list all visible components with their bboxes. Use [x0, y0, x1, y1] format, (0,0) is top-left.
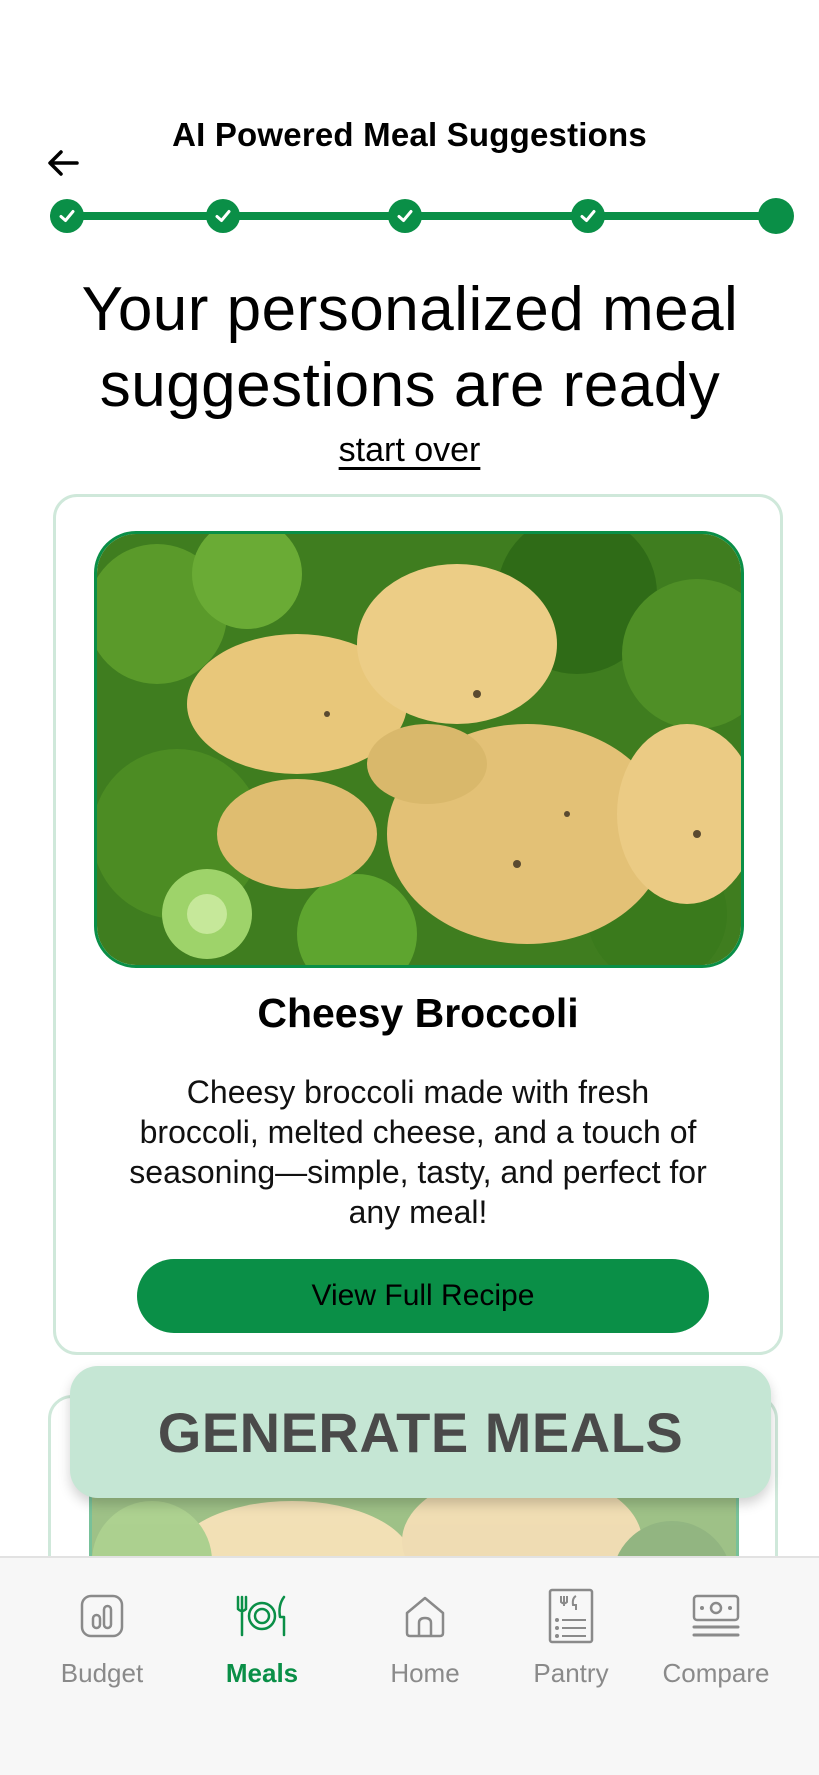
start-over-link[interactable]: start over	[339, 431, 481, 469]
tab-home[interactable]: Home	[350, 1588, 500, 1708]
step-5-current	[758, 198, 794, 234]
tab-compare-label: Compare	[662, 1658, 770, 1688]
check-icon	[397, 210, 413, 222]
tab-pantry-label: Pantry	[533, 1658, 609, 1688]
tab-budget[interactable]: Budget	[27, 1588, 177, 1708]
page-title: AI Powered Meal Suggestions	[172, 116, 647, 153]
meal-title: Cheesy Broccoli	[257, 990, 579, 1036]
tab-home-label: Home	[390, 1658, 460, 1688]
bottom-tab-bar: Budget Meals Home Pantry Compare	[0, 1556, 819, 1775]
check-icon	[59, 210, 75, 222]
headline-line-2: suggestions are ready	[99, 351, 721, 420]
progress-stepper	[50, 198, 794, 234]
step-4-complete	[571, 199, 605, 233]
meal-card: Cheesy Broccoli Cheesy broccoli made wit…	[53, 494, 783, 1355]
start-over-container: start over	[0, 431, 819, 470]
home-icon	[397, 1588, 453, 1644]
tab-pantry[interactable]: Pantry	[496, 1588, 646, 1708]
budget-chart-icon	[74, 1588, 130, 1644]
check-icon	[580, 210, 596, 222]
headline-line-1: Your personalized meal	[81, 275, 739, 344]
view-full-recipe-button[interactable]: View Full Recipe	[137, 1259, 709, 1333]
tab-budget-label: Budget	[60, 1658, 144, 1688]
top-header: AI Powered Meal Suggestions	[0, 100, 819, 180]
plate-cutlery-icon	[234, 1588, 290, 1644]
results-headline: Your personalized meal suggestions are r…	[30, 272, 790, 424]
meal-image	[94, 531, 744, 968]
tab-compare[interactable]: Compare	[641, 1588, 791, 1708]
tab-meals[interactable]: Meals	[187, 1588, 337, 1708]
tab-meals-label: Meals	[225, 1658, 299, 1688]
generate-meals-button[interactable]: GENERATE MEALS	[70, 1366, 771, 1498]
compare-money-icon	[688, 1588, 744, 1644]
meal-description: Cheesy broccoli made with fresh broccoli…	[129, 1074, 707, 1230]
step-1-complete	[50, 199, 84, 233]
pantry-list-icon	[543, 1588, 599, 1644]
check-icon	[215, 210, 231, 222]
step-2-complete	[206, 199, 240, 233]
step-3-complete	[388, 199, 422, 233]
